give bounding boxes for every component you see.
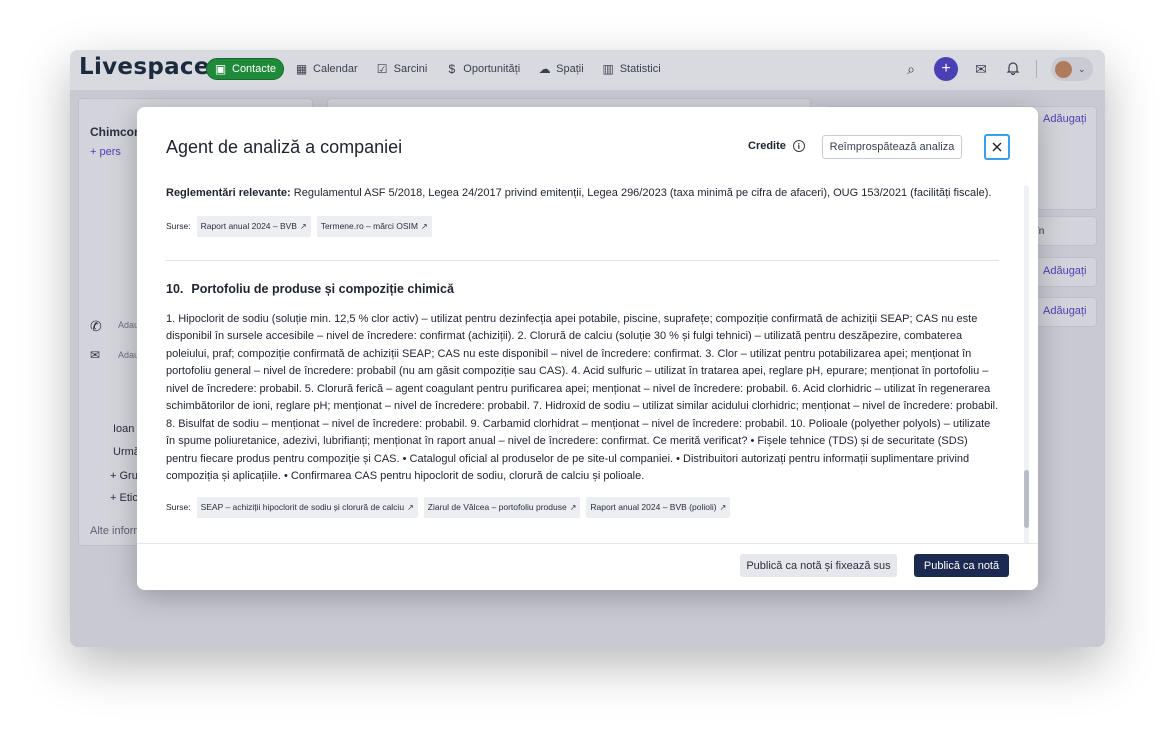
nav-item-sarcini[interactable]: ☑ Sarcini bbox=[369, 58, 435, 80]
regulations-label: Reglementări relevante: bbox=[166, 187, 291, 199]
mail-icon[interactable]: ✉ bbox=[972, 61, 990, 78]
nav-label: Statistici bbox=[619, 63, 661, 75]
section-heading: 10. Portofoliu de produse și compoziție c… bbox=[166, 281, 999, 299]
source-chip[interactable]: Raport anual 2024 – BVB ↗ bbox=[196, 215, 311, 237]
nav-label: Spații bbox=[556, 63, 584, 75]
refresh-analysis-button[interactable]: Reîmprospătează analiza bbox=[822, 135, 962, 159]
sources-row-1: Surse: Raport anual 2024 – BVB ↗ Termene… bbox=[166, 215, 999, 237]
bell-icon[interactable] bbox=[1004, 61, 1022, 78]
user-menu[interactable]: ⌄ bbox=[1051, 57, 1093, 81]
avatar bbox=[1055, 60, 1072, 78]
source-chip[interactable]: Ziarul de Vâlcea – portofoliu produse ↗ bbox=[423, 496, 581, 518]
modal-footer: Publică ca notă și fixează sus Publică c… bbox=[137, 543, 1038, 590]
source-title: Ziarul de Vâlcea – portofoliu produse bbox=[427, 501, 567, 512]
search-icon[interactable]: ⌕ bbox=[902, 61, 920, 78]
nav-label: Calendar bbox=[313, 63, 358, 75]
external-link-icon: ↗ bbox=[421, 221, 428, 231]
top-right-actions: ⌕ + ✉ ⌄ bbox=[902, 57, 1093, 81]
credits-label: Credite i bbox=[748, 140, 805, 152]
scrollbar-thumb[interactable] bbox=[1024, 470, 1029, 528]
nav-item-spatii[interactable]: ☁ Spații bbox=[531, 58, 591, 80]
sources-label: Surse: bbox=[166, 220, 191, 231]
contacts-icon: ▣ bbox=[214, 62, 227, 76]
modal-title: Agent de analiză a companiei bbox=[166, 137, 403, 157]
external-link-icon: ↗ bbox=[569, 502, 577, 512]
phone-icon: ✆ bbox=[90, 318, 102, 334]
nav-label: Contacte bbox=[232, 63, 277, 75]
source-title: Termene.ro – mărci OSIM bbox=[320, 220, 418, 231]
source-title: SEAP – achiziții hipoclorit de sodiu și … bbox=[200, 501, 405, 512]
credits-text: Credite bbox=[748, 140, 786, 152]
regulations-text: Regulamentul ASF 5/2018, Legea 24/2017 p… bbox=[293, 187, 992, 199]
regulations-paragraph: Reglementări relevante: Regulamentul ASF… bbox=[166, 185, 999, 203]
phone-field[interactable]: Adau bbox=[118, 320, 139, 330]
add-link-3[interactable]: Adăugați bbox=[1043, 305, 1086, 317]
section-body-text: 1. Hipoclorit de sodiu (soluție min. 12,… bbox=[166, 312, 999, 483]
nav-item-contacte[interactable]: ▣ Contacte bbox=[206, 58, 285, 80]
external-link-icon: ↗ bbox=[407, 502, 414, 512]
section-divider bbox=[166, 260, 999, 261]
bar-chart-icon: ▥ bbox=[602, 62, 614, 76]
sources-label: Surse: bbox=[166, 501, 191, 512]
add-person-link[interactable]: + pers bbox=[90, 146, 121, 158]
nav-label: Oportunități bbox=[463, 63, 521, 75]
source-chip[interactable]: Termene.ro – mărci OSIM ↗ bbox=[316, 215, 432, 237]
section-number: 10. bbox=[166, 282, 184, 296]
dollar-icon: $ bbox=[448, 62, 456, 76]
nav-item-oportunitati[interactable]: $ Oportunități bbox=[438, 58, 527, 80]
publish-note-button[interactable]: Publică ca notă bbox=[914, 554, 1009, 577]
scrollbar[interactable] bbox=[1024, 185, 1029, 545]
source-title: Raport anual 2024 – BVB bbox=[200, 220, 297, 231]
section-title: Portofoliu de produse și compoziție chim… bbox=[191, 282, 454, 296]
sources-row-2: Surse: SEAP – achiziții hipoclorit de so… bbox=[166, 496, 999, 518]
add-new-button[interactable]: + bbox=[934, 57, 958, 81]
bell-icon-svg bbox=[1006, 61, 1020, 75]
tasks-icon: ☑ bbox=[376, 62, 388, 76]
add-link-2[interactable]: Adăugați bbox=[1043, 265, 1086, 277]
analysis-content[interactable]: Reglementări relevante: Regulamentul ASF… bbox=[166, 185, 999, 545]
close-icon[interactable] bbox=[984, 134, 1010, 160]
main-nav: ▣ Contacte ▦ Calendar ☑ Sarcini $ Oportu… bbox=[206, 58, 668, 80]
cloud-icon: ☁ bbox=[538, 62, 551, 76]
follow-link[interactable]: Urmă bbox=[113, 446, 140, 458]
divider bbox=[1036, 60, 1037, 78]
external-link-icon: ↗ bbox=[719, 502, 727, 512]
publish-and-pin-button[interactable]: Publică ca notă și fixează sus bbox=[740, 554, 897, 577]
source-title: Raport anual 2024 – BVB (polioli) bbox=[590, 501, 717, 512]
calendar-icon: ▦ bbox=[295, 62, 308, 76]
nav-label: Sarcini bbox=[393, 63, 428, 75]
top-navigation-bar: Livespace ▣ Contacte ▦ Calendar ☑ Sarcin… bbox=[70, 50, 1105, 90]
external-link-icon: ↗ bbox=[299, 221, 307, 231]
email-icon: ✉ bbox=[90, 348, 101, 362]
chevron-down-icon: ⌄ bbox=[1078, 63, 1086, 74]
nav-item-statistici[interactable]: ▥ Statistici bbox=[595, 58, 668, 80]
info-icon[interactable]: i bbox=[792, 140, 805, 152]
other-info-label: Alte inform bbox=[90, 525, 143, 537]
close-icon-svg bbox=[992, 142, 1002, 152]
livespace-logo[interactable]: Livespace bbox=[79, 54, 210, 80]
source-chip[interactable]: SEAP – achiziții hipoclorit de sodiu și … bbox=[196, 496, 418, 518]
email-field[interactable]: Adau bbox=[118, 350, 139, 360]
nav-item-calendar[interactable]: ▦ Calendar bbox=[288, 58, 365, 80]
source-chip[interactable]: Raport anual 2024 – BVB (polioli) ↗ bbox=[586, 496, 731, 518]
add-link-1[interactable]: Adăugați bbox=[1043, 113, 1086, 125]
company-analysis-modal: Agent de analiză a companiei Credite i R… bbox=[137, 107, 1038, 590]
